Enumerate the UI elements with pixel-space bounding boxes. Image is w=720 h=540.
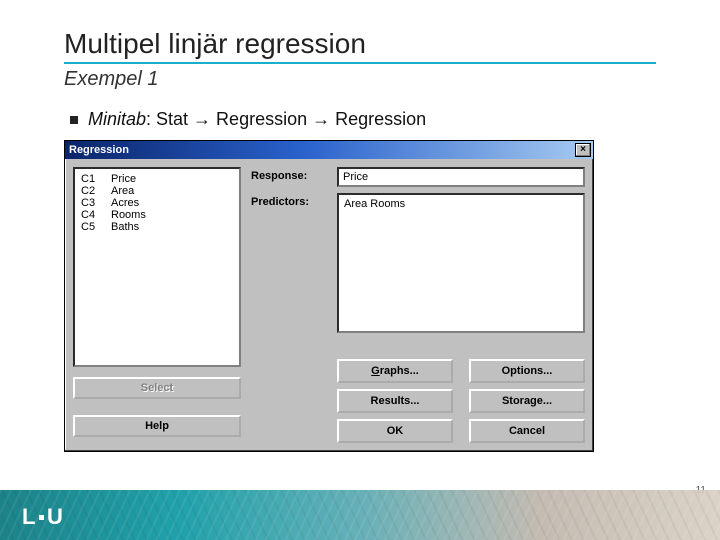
bullet-icon — [70, 116, 78, 124]
bullet-item: Minitab: Stat → Regression → Regression — [70, 109, 656, 130]
predictors-input[interactable]: Area Rooms — [337, 193, 585, 333]
options-button[interactable]: Options... — [469, 359, 585, 383]
list-item[interactable]: C3Acres — [81, 197, 233, 209]
list-item[interactable]: C1Price — [81, 173, 233, 185]
ok-button[interactable]: OK — [337, 419, 453, 443]
response-input[interactable]: Price — [337, 167, 585, 187]
footer-banner: LU — [0, 490, 720, 540]
list-item[interactable]: C5Baths — [81, 221, 233, 233]
dialog-title: Regression — [69, 144, 129, 156]
help-button[interactable]: Help — [73, 415, 241, 437]
variable-list[interactable]: C1Price C2Area C3Acres C4Rooms C5Baths — [73, 167, 241, 367]
liu-logo: LU — [22, 504, 63, 530]
response-label: Response: — [251, 167, 321, 182]
regression-dialog: Regression × C1Price C2Area C3Acres C4Ro… — [64, 140, 594, 452]
storage-button[interactable]: Storage... — [469, 389, 585, 413]
slide-title: Multipel linjär regression — [64, 28, 656, 64]
select-button[interactable]: Select — [73, 377, 241, 399]
cancel-button[interactable]: Cancel — [469, 419, 585, 443]
bullet-text: Minitab: Stat → Regression → Regression — [88, 109, 426, 130]
close-icon: × — [580, 145, 586, 155]
list-item[interactable]: C2Area — [81, 185, 233, 197]
list-item[interactable]: C4Rooms — [81, 209, 233, 221]
graphs-button[interactable]: Graphs... — [337, 359, 453, 383]
predictors-label: Predictors: — [251, 193, 321, 208]
dot-icon — [39, 515, 44, 520]
slide-subtitle: Exempel 1 — [64, 68, 656, 91]
close-button[interactable]: × — [575, 143, 591, 157]
dialog-titlebar[interactable]: Regression × — [65, 141, 593, 159]
results-button[interactable]: Results... — [337, 389, 453, 413]
